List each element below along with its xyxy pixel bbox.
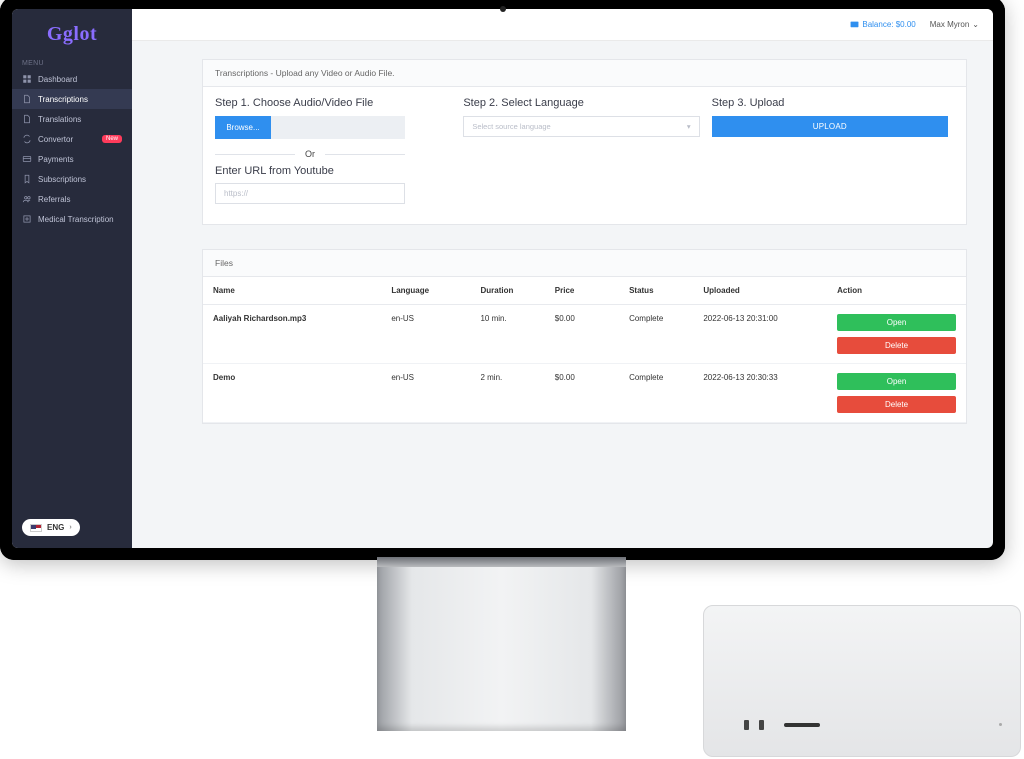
- usbc-port-icon: [744, 720, 749, 730]
- sync-icon: [22, 134, 32, 144]
- chevron-down-icon: ▾: [687, 122, 691, 131]
- upload-card: Transcriptions - Upload any Video or Aud…: [202, 59, 967, 225]
- sidebar: Gglot MENU Dashboard Transcriptions Tran…: [12, 9, 132, 548]
- sidebar-item-label: Referrals: [38, 195, 70, 204]
- file-icon: [22, 114, 32, 124]
- sidebar-item-dashboard[interactable]: Dashboard: [12, 69, 132, 89]
- delete-button[interactable]: Delete: [837, 396, 956, 413]
- language-switcher[interactable]: ENG ›: [22, 519, 80, 536]
- col-language: Language: [391, 286, 480, 295]
- top-header: Balance: $0.00 Max Myron ⌄: [132, 9, 993, 41]
- screen: Gglot MENU Dashboard Transcriptions Tran…: [12, 9, 993, 548]
- col-action: Action: [837, 286, 956, 295]
- source-language-select[interactable]: Select source language ▾: [463, 116, 699, 137]
- dashboard-icon: [22, 74, 32, 84]
- brand-logo: Gglot: [12, 17, 132, 56]
- or-label: Or: [295, 149, 325, 159]
- files-card-header: Files: [203, 250, 966, 277]
- file-name: Aaliyah Richardson.mp3: [213, 314, 391, 323]
- upload-card-header: Transcriptions - Upload any Video or Aud…: [203, 60, 966, 87]
- step-1-title: Step 1. Choose Audio/Video File: [215, 97, 451, 109]
- file-uploaded: 2022-06-13 20:31:00: [703, 314, 837, 323]
- file-duration: 10 min.: [480, 314, 554, 323]
- chevron-down-icon: ⌄: [972, 20, 979, 29]
- file-language: en-US: [391, 314, 480, 323]
- col-name: Name: [213, 286, 391, 295]
- sidebar-item-subscriptions[interactable]: Subscriptions: [12, 169, 132, 189]
- file-name-track: [271, 116, 405, 139]
- card-icon: [22, 154, 32, 164]
- medical-icon: [22, 214, 32, 224]
- youtube-url-label: Enter URL from Youtube: [215, 165, 451, 177]
- wallet-icon: [850, 21, 859, 29]
- divider: [215, 154, 295, 155]
- language-label: ENG: [47, 523, 64, 532]
- balance-text: Balance: $0.00: [862, 20, 915, 29]
- sidebar-item-convertor[interactable]: Convertor New: [12, 129, 132, 149]
- delete-button[interactable]: Delete: [837, 337, 956, 354]
- file-price: $0.00: [555, 373, 629, 382]
- select-placeholder: Select source language: [472, 122, 550, 131]
- files-card: Files Name Language Duration Price Statu…: [202, 249, 967, 424]
- sidebar-item-medical-transcription[interactable]: Medical Transcription: [12, 209, 132, 229]
- step-2-title: Step 2. Select Language: [463, 97, 699, 109]
- upload-button[interactable]: UPLOAD: [712, 116, 948, 137]
- sidebar-item-label: Medical Transcription: [38, 215, 114, 224]
- open-button[interactable]: Open: [837, 373, 956, 390]
- user-name: Max Myron: [930, 20, 970, 29]
- power-led-icon: [999, 723, 1002, 726]
- sidebar-item-label: Dashboard: [38, 75, 77, 84]
- bookmark-icon: [22, 174, 32, 184]
- table-row: Aaliyah Richardson.mp3 en-US 10 min. $0.…: [203, 305, 966, 364]
- sd-slot-icon: [784, 723, 820, 727]
- col-uploaded: Uploaded: [703, 286, 837, 295]
- open-button[interactable]: Open: [837, 314, 956, 331]
- sidebar-item-transcriptions[interactable]: Transcriptions: [12, 89, 132, 109]
- main-content: Transcriptions - Upload any Video or Aud…: [132, 41, 993, 548]
- col-price: Price: [555, 286, 629, 295]
- table-row: Demo en-US 2 min. $0.00 Complete 2022-06…: [203, 364, 966, 423]
- youtube-url-input[interactable]: [215, 183, 405, 204]
- sidebar-item-label: Transcriptions: [38, 95, 88, 104]
- monitor-frame: Gglot MENU Dashboard Transcriptions Tran…: [0, 0, 1005, 560]
- monitor-stand: [377, 557, 626, 731]
- file-name: Demo: [213, 373, 391, 382]
- step-3: Step 3. Upload UPLOAD: [706, 97, 954, 204]
- sidebar-item-label: Subscriptions: [38, 175, 86, 184]
- file-status: Complete: [629, 314, 703, 323]
- sidebar-item-referrals[interactable]: Referrals: [12, 189, 132, 209]
- users-icon: [22, 194, 32, 204]
- sidebar-item-payments[interactable]: Payments: [12, 149, 132, 169]
- file-price: $0.00: [555, 314, 629, 323]
- divider: [325, 154, 405, 155]
- step-2: Step 2. Select Language Select source la…: [457, 97, 705, 204]
- step-3-title: Step 3. Upload: [712, 97, 948, 109]
- balance-link[interactable]: Balance: $0.00: [850, 20, 915, 29]
- step-1: Step 1. Choose Audio/Video File Browse..…: [215, 97, 457, 204]
- col-status: Status: [629, 286, 703, 295]
- files-table-header: Name Language Duration Price Status Uplo…: [203, 277, 966, 305]
- sidebar-item-label: Convertor: [38, 135, 73, 144]
- chevron-right-icon: ›: [69, 524, 71, 531]
- browse-button[interactable]: Browse...: [215, 116, 271, 139]
- file-icon: [22, 94, 32, 104]
- sidebar-item-label: Translations: [38, 115, 81, 124]
- file-uploaded: 2022-06-13 20:30:33: [703, 373, 837, 382]
- mac-studio-device: [703, 605, 1021, 757]
- file-language: en-US: [391, 373, 480, 382]
- camera-dot: [500, 6, 506, 12]
- sidebar-item-translations[interactable]: Translations: [12, 109, 132, 129]
- flag-us-icon: [30, 524, 42, 532]
- sidebar-item-label: Payments: [38, 155, 74, 164]
- new-badge: New: [102, 135, 122, 143]
- file-status: Complete: [629, 373, 703, 382]
- user-menu[interactable]: Max Myron ⌄: [930, 20, 979, 29]
- usbc-port-icon: [759, 720, 764, 730]
- menu-heading: MENU: [12, 56, 132, 69]
- col-duration: Duration: [480, 286, 554, 295]
- file-duration: 2 min.: [480, 373, 554, 382]
